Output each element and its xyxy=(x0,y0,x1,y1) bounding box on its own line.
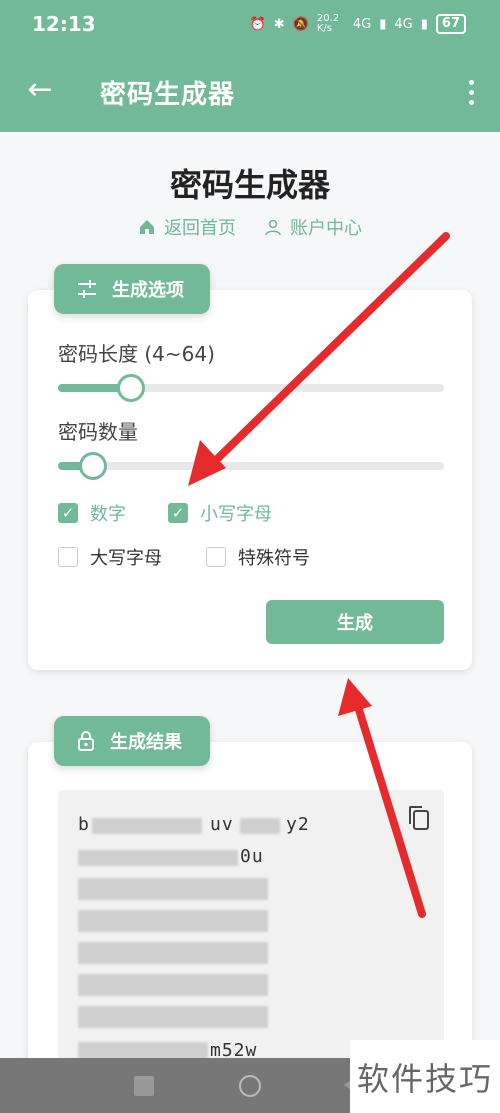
count-slider-thumb[interactable] xyxy=(79,452,107,480)
checkbox-box[interactable]: ✓ xyxy=(168,503,188,523)
blurred-text xyxy=(78,1006,268,1028)
options-tab: 生成选项 xyxy=(54,264,210,314)
more-menu-icon[interactable] xyxy=(456,70,486,114)
result-tab: 生成结果 xyxy=(54,716,210,766)
account-link-label: 账户中心 xyxy=(290,218,362,239)
blurred-text xyxy=(240,818,280,834)
blurred-text xyxy=(78,910,268,932)
length-slider[interactable] xyxy=(58,374,444,402)
checkbox-label: 小写字母 xyxy=(200,504,272,525)
checkbox-box[interactable] xyxy=(58,547,78,567)
result-output[interactable]: b uv y2 0u m52w xyxy=(58,790,444,1070)
sliders-icon xyxy=(78,280,96,298)
blurred-text xyxy=(92,818,202,834)
checkbox-digits[interactable]: ✓ 数字 xyxy=(58,500,126,526)
mute-icon: 🔕 xyxy=(292,16,309,32)
bluetooth-icon: ✱ xyxy=(273,16,285,32)
password-fragment: y2 xyxy=(286,814,310,835)
lock-icon xyxy=(78,731,94,751)
signal-icon-2: ▮ xyxy=(420,16,428,32)
page-title: 密码生成器 xyxy=(169,166,330,204)
length-label: 密码长度 (4~64) xyxy=(58,342,215,366)
network-speed: 20.2 K/s xyxy=(316,13,340,34)
signal-1: 4G xyxy=(352,16,372,32)
back-arrow-icon[interactable]: ← xyxy=(18,68,62,112)
checkbox-label: 大写字母 xyxy=(90,548,162,569)
generate-button[interactable]: 生成 xyxy=(266,600,444,644)
checkbox-label: 特殊符号 xyxy=(238,548,310,569)
home-link-label: 返回首页 xyxy=(164,218,236,239)
user-icon xyxy=(265,219,281,236)
alarm-icon: ⏰ xyxy=(249,16,266,32)
password-fragment: uv xyxy=(210,814,234,835)
status-icons: ⏰ ✱ 🔕 20.2 K/s 4G ▮ 4G ▮ 67 xyxy=(250,14,466,34)
watermark: 软件技巧 xyxy=(350,1040,500,1113)
blurred-text xyxy=(78,878,268,900)
password-fragment: 0u xyxy=(240,846,264,867)
signal-2: 4G xyxy=(394,16,413,32)
checkbox-box[interactable] xyxy=(206,547,226,567)
checkbox-symbols[interactable]: 特殊符号 xyxy=(206,544,310,570)
checkbox-box[interactable]: ✓ xyxy=(58,503,78,523)
status-bar: 12:13 ⏰ ✱ 🔕 20.2 K/s 4G ▮ 4G ▮ 67 xyxy=(0,0,500,52)
battery-level: 67 xyxy=(435,14,466,34)
count-slider[interactable] xyxy=(58,452,444,480)
header-links: 返回首页 账户中心 xyxy=(0,214,500,240)
blurred-text xyxy=(78,974,268,996)
password-fragment: b xyxy=(78,814,90,835)
home-icon xyxy=(140,220,154,234)
app-bar: ← 密码生成器 xyxy=(0,52,500,132)
home-link[interactable]: 返回首页 xyxy=(138,214,236,240)
result-tab-label: 生成结果 xyxy=(110,732,182,753)
checkbox-uppercase[interactable]: 大写字母 xyxy=(58,544,162,570)
status-time: 12:13 xyxy=(32,12,96,36)
home-nav-icon[interactable] xyxy=(239,1075,261,1097)
blurred-text xyxy=(78,942,268,964)
copy-icon[interactable] xyxy=(406,804,432,832)
checkbox-lowercase[interactable]: ✓ 小写字母 xyxy=(168,500,272,526)
checkbox-label: 数字 xyxy=(90,504,126,525)
recents-icon[interactable] xyxy=(134,1076,154,1096)
app-bar-title: 密码生成器 xyxy=(100,80,236,110)
length-slider-thumb[interactable] xyxy=(117,374,145,402)
signal-icon: ▮ xyxy=(379,16,387,32)
count-label: 密码数量 xyxy=(58,420,138,444)
top-bar: 12:13 ⏰ ✱ 🔕 20.2 K/s 4G ▮ 4G ▮ 67 ← 密码生成… xyxy=(0,0,500,132)
account-link[interactable]: 账户中心 xyxy=(264,214,362,240)
options-tab-label: 生成选项 xyxy=(112,280,184,301)
blurred-text xyxy=(78,850,238,866)
